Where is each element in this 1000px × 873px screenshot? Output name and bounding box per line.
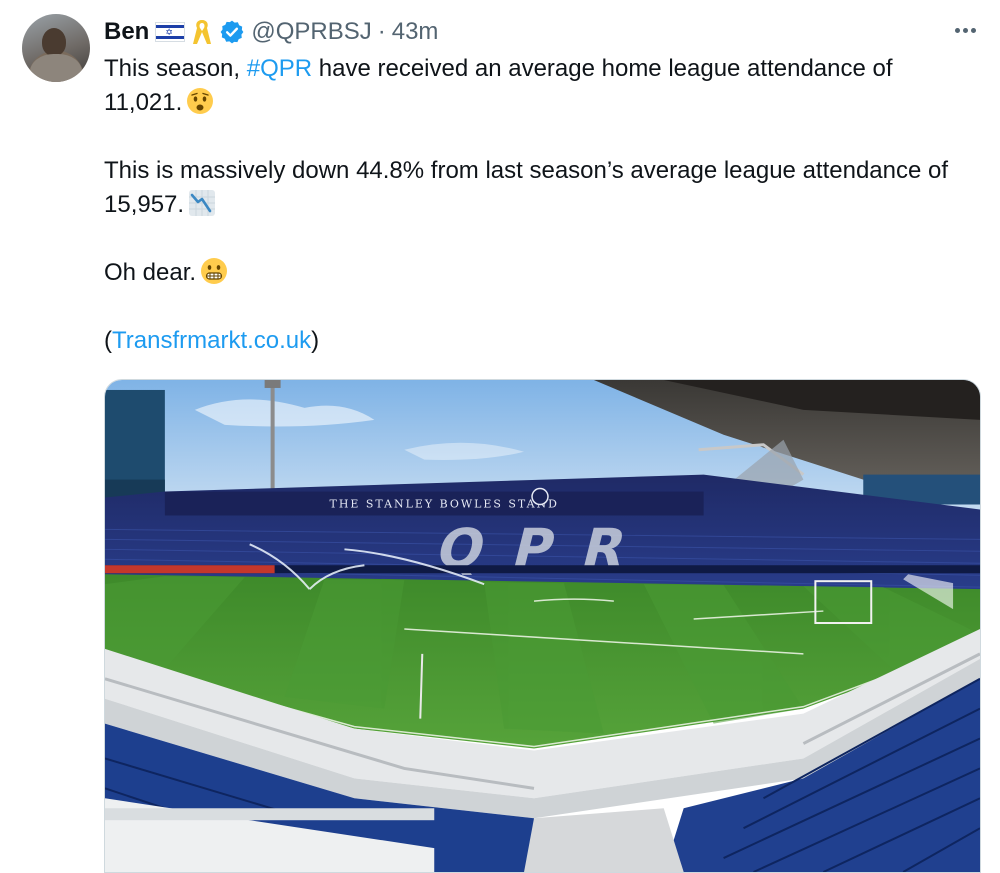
hashtag-link[interactable]: #QPR <box>247 55 312 82</box>
stand-sign: THE STANLEY BOWLES STAND <box>330 497 559 510</box>
verified-badge-icon[interactable] <box>219 19 245 45</box>
tweet-text: This season, #QPR have received an avera… <box>104 52 974 358</box>
avatar[interactable] <box>22 14 90 82</box>
stadium-photo: THE STANLEY BOWLES STAND QPR <box>105 380 980 872</box>
tweet-paragraph-3: Oh dear. <box>104 256 974 290</box>
tweet-paragraph-2: This is massively down 44.8% from last s… <box>104 157 949 218</box>
israel-flag-icon: ✡ <box>155 22 186 42</box>
author-handle[interactable]: @QPRBSJ <box>251 18 371 46</box>
avatar-body <box>30 54 82 82</box>
tweet-image[interactable]: THE STANLEY BOWLES STAND QPR <box>104 379 981 873</box>
worried-face-emoji <box>187 88 214 114</box>
grimacing-face-emoji <box>201 258 228 284</box>
tweet-paragraph-1: This season, #QPR have received an avera… <box>104 55 893 116</box>
chart-decreasing-emoji <box>189 190 216 216</box>
more-options-icon[interactable] <box>950 18 980 42</box>
tweet-paragraph-4: (Transfrmarkt.co.uk) <box>104 327 320 354</box>
tweet-header: Ben ✡ @QPRBSJ · 43m <box>104 16 438 48</box>
avatar-head <box>42 28 66 56</box>
author-name[interactable]: Ben <box>104 18 149 46</box>
separator-dot: · <box>377 18 386 45</box>
source-link[interactable]: Transfrmarkt.co.uk <box>112 327 311 354</box>
timestamp[interactable]: 43m <box>392 18 439 46</box>
yellow-ribbon-icon <box>193 20 212 44</box>
